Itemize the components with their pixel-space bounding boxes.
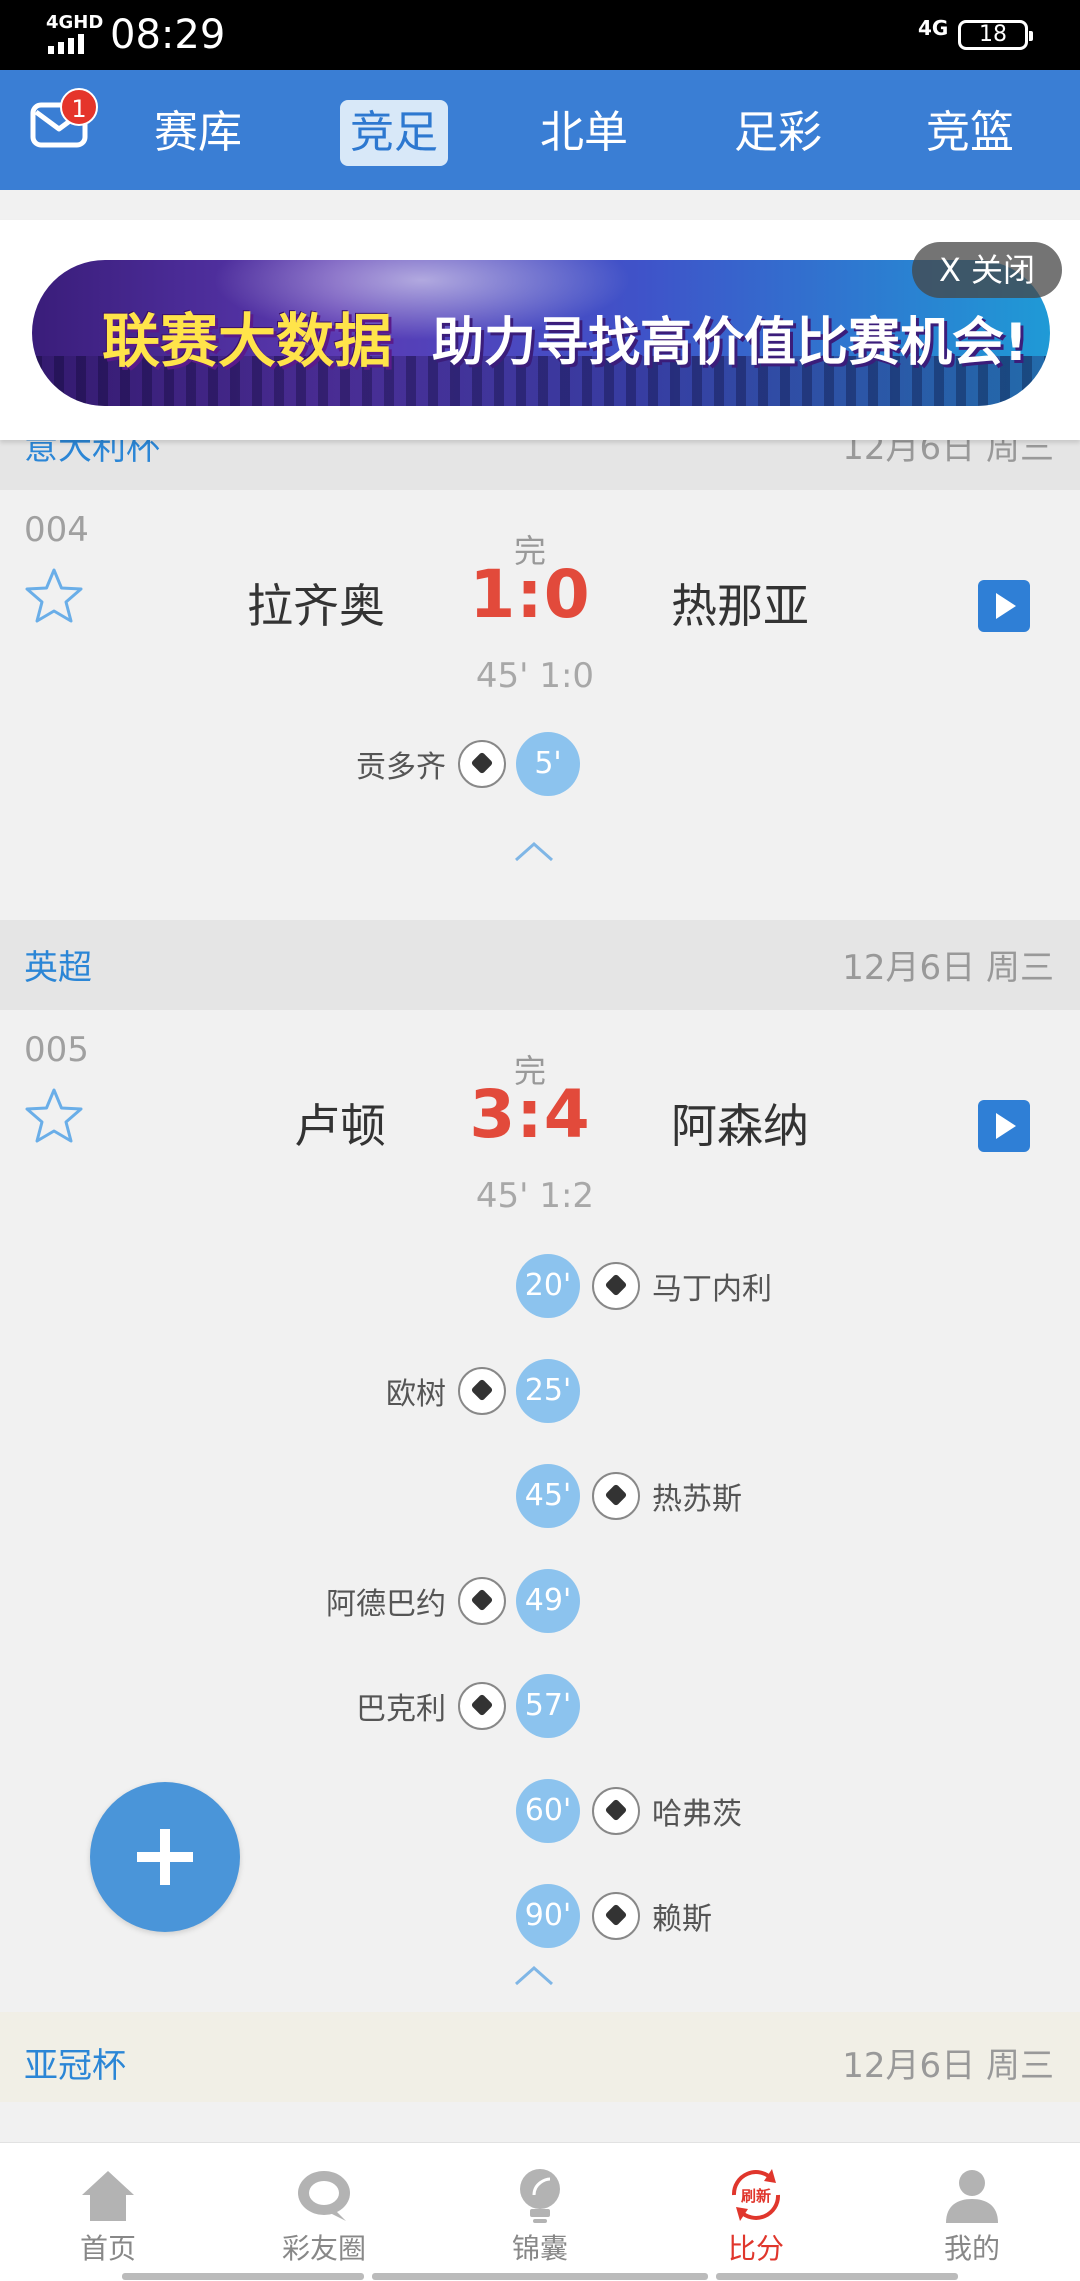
scorer-name: 赖斯 <box>652 1902 712 1937</box>
league-date: 12月6日 周三 <box>842 948 1054 988</box>
soccer-ball-icon <box>458 1577 506 1625</box>
mail-badge: 1 <box>60 88 98 126</box>
nav-tips[interactable]: 锦囊 <box>432 2143 648 2281</box>
status-bar: 4GHD 08:29 4G 18 <box>0 0 1080 70</box>
network-right: 4G <box>918 16 949 40</box>
goal-minute: 60' <box>516 1779 580 1843</box>
collapse-chevron-icon[interactable] <box>514 840 554 864</box>
nav-label: 首页 <box>79 2232 136 2265</box>
goal-minute: 25' <box>516 1359 580 1423</box>
nav-label: 锦囊 <box>511 2232 568 2265</box>
soccer-ball-icon <box>592 1262 640 1310</box>
play-video-icon[interactable] <box>978 1100 1030 1152</box>
bottom-nav: 首页 彩友圈 锦囊 刷新 比分 我的 <box>0 2142 1080 2281</box>
gesture-bar <box>122 2273 364 2280</box>
goal-event: 20' 马丁内利 <box>0 1254 1080 1318</box>
network-type: 4GHD <box>46 12 104 33</box>
league-name: 亚冠杯 <box>24 2046 126 2086</box>
halftime-score: 45' 1:2 <box>475 1176 595 1216</box>
league-header[interactable]: 英超 12月6日 周三 <box>0 920 1080 1010</box>
scorer-name: 热苏斯 <box>652 1482 742 1517</box>
soccer-ball-icon <box>592 1892 640 1940</box>
goal-minute: 57' <box>516 1674 580 1738</box>
league-name: 英超 <box>24 948 92 988</box>
league-header[interactable]: 亚冠杯 12月6日 周三 <box>0 2012 1080 2102</box>
goal-minute: 45' <box>516 1464 580 1528</box>
goal-minute: 49' <box>516 1569 580 1633</box>
play-video-icon[interactable] <box>978 580 1030 632</box>
goal-minute: 5' <box>516 732 580 796</box>
away-team: 阿森纳 <box>671 1099 809 1153</box>
goal-event: 45' 热苏斯 <box>0 1464 1080 1528</box>
banner-title: 联赛大数据 <box>102 307 393 375</box>
add-button[interactable] <box>90 1782 240 1932</box>
scorer-name: 欧树 <box>386 1377 446 1412</box>
halftime-score: 45' 1:0 <box>475 656 595 696</box>
top-nav: 1 赛库 竞足 北单 足彩 竞篮 <box>0 70 1080 190</box>
lightbulb-icon <box>520 2169 560 2223</box>
nav-label: 我的 <box>943 2232 1000 2265</box>
match-score: 3:4 <box>469 1076 591 1153</box>
goal-minute: 90' <box>516 1884 580 1948</box>
collapse-chevron-icon[interactable] <box>514 1964 554 1988</box>
nav-profile[interactable]: 我的 <box>864 2143 1080 2281</box>
home-team: 卢顿 <box>294 1099 386 1153</box>
nav-home[interactable]: 首页 <box>0 2143 216 2281</box>
match-score: 1:0 <box>469 556 591 633</box>
signal-icon <box>48 34 88 54</box>
chat-bubble-icon <box>298 2171 350 2221</box>
tab-beidan[interactable]: 北单 <box>540 100 628 166</box>
ad-banner[interactable]: 联赛大数据 助力寻找高价值比赛机会! <box>32 260 1050 406</box>
gesture-bar <box>372 2273 708 2280</box>
goal-event: 欧树 25' <box>0 1359 1080 1423</box>
away-team: 热那亚 <box>671 579 809 633</box>
refresh-icon: 刷新 <box>731 2169 781 2221</box>
tab-zucai[interactable]: 足彩 <box>734 100 822 166</box>
tab-jinglan[interactable]: 竞篮 <box>926 100 1014 166</box>
gesture-bar <box>716 2273 958 2280</box>
tab-saiku[interactable]: 赛库 <box>154 100 242 166</box>
goal-event: 巴克利 57' <box>0 1674 1080 1738</box>
soccer-ball-icon <box>458 1682 506 1730</box>
ad-banner-container: 联赛大数据 助力寻找高价值比赛机会! X 关闭 <box>0 220 1080 440</box>
battery-icon: 18 <box>958 20 1033 50</box>
soccer-ball-icon <box>592 1472 640 1520</box>
goal-minute: 20' <box>516 1254 580 1318</box>
soccer-ball-icon <box>592 1787 640 1835</box>
scorer-name: 巴克利 <box>356 1692 446 1727</box>
clock: 08:29 <box>110 12 226 58</box>
favorite-star-icon[interactable] <box>24 1086 84 1146</box>
goal-event: 贡多齐 5' <box>0 732 1080 796</box>
match-card[interactable]: 004 完 拉齐奥 1:0 热那亚 45' 1:0 贡多齐 5' <box>0 490 1080 920</box>
league-date: 12月6日 周三 <box>842 2046 1054 2086</box>
tab-jingzu[interactable]: 竞足 <box>340 100 448 166</box>
scorer-name: 哈弗茨 <box>652 1797 742 1832</box>
nav-label: 比分 <box>727 2232 784 2265</box>
home-team: 拉齐奥 <box>247 579 385 633</box>
close-banner-button[interactable]: X 关闭 <box>912 242 1062 298</box>
home-icon <box>82 2171 134 2221</box>
scorer-name: 马丁内利 <box>652 1272 772 1307</box>
favorite-star-icon[interactable] <box>24 566 84 626</box>
refresh-icon-text: 刷新 <box>741 2187 771 2205</box>
goal-event: 阿德巴约 49' <box>0 1569 1080 1633</box>
nav-community[interactable]: 彩友圈 <box>216 2143 432 2281</box>
banner-subtitle: 助力寻找高价值比赛机会! <box>432 313 1028 373</box>
soccer-ball-icon <box>458 1367 506 1415</box>
scorer-name: 阿德巴约 <box>326 1587 446 1622</box>
soccer-ball-icon <box>458 740 506 788</box>
scorer-name: 贡多齐 <box>356 750 446 785</box>
user-icon <box>946 2170 998 2223</box>
nav-label: 彩友圈 <box>281 2232 366 2265</box>
nav-scores[interactable]: 刷新 比分 <box>648 2143 864 2281</box>
